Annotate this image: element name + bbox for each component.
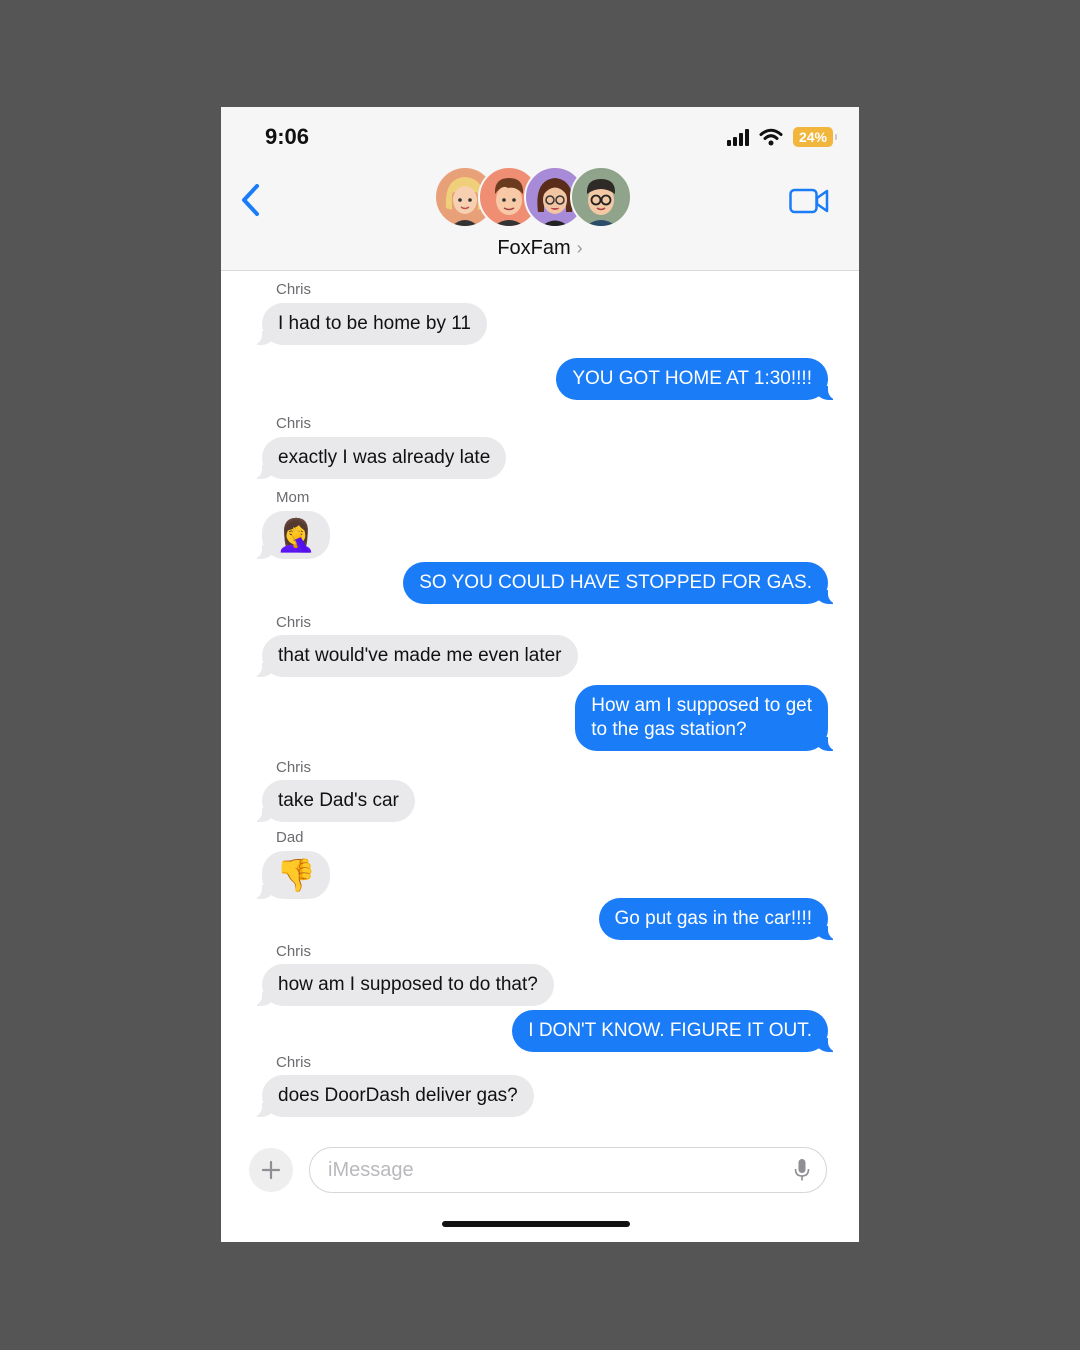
message-input-placeholder: iMessage bbox=[328, 1159, 414, 1181]
incoming-message[interactable]: I had to be home by 11 bbox=[251, 303, 487, 345]
avatar-man-glasses bbox=[570, 166, 632, 228]
sender-name: Chris bbox=[276, 614, 312, 631]
status-time: 9:06 bbox=[265, 124, 310, 149]
conversation-header: 9:06 24% FoxFam › bbox=[221, 107, 859, 271]
outgoing-message[interactable]: YOU GOT HOME AT 1:30!!!! bbox=[556, 358, 839, 400]
sender-name: Chris bbox=[276, 281, 312, 298]
emoji-message-thumbs-down[interactable]: 👎 bbox=[251, 851, 330, 899]
incoming-message[interactable]: how am I supposed to do that? bbox=[251, 964, 554, 1006]
video-call-icon[interactable] bbox=[789, 187, 829, 215]
incoming-message[interactable]: take Dad's car bbox=[251, 780, 415, 822]
group-avatars[interactable] bbox=[434, 166, 632, 228]
incoming-message[interactable]: that would've made me even later bbox=[251, 635, 578, 677]
outgoing-message[interactable]: Go put gas in the car!!!! bbox=[598, 898, 839, 940]
sender-name: Mom bbox=[276, 489, 310, 506]
cellular-signal-icon bbox=[727, 128, 749, 146]
home-indicator[interactable] bbox=[442, 1221, 630, 1227]
microphone-icon[interactable] bbox=[794, 1158, 810, 1182]
incoming-message[interactable]: exactly I was already late bbox=[250, 437, 507, 479]
chevron-right-icon: › bbox=[576, 238, 583, 258]
back-chevron-icon[interactable] bbox=[239, 183, 263, 217]
sender-name: Dad bbox=[276, 829, 304, 846]
apps-plus-button[interactable] bbox=[249, 1148, 293, 1192]
incoming-message[interactable]: does DoorDash deliver gas? bbox=[251, 1075, 534, 1117]
group-name-label[interactable]: FoxFam › bbox=[221, 237, 859, 260]
group-name: FoxFam bbox=[497, 237, 571, 259]
sender-name: Chris bbox=[276, 415, 312, 432]
outgoing-message-multiline[interactable]: How am I supposed to get to the gas stat… bbox=[575, 685, 839, 751]
battery-icon: 24% bbox=[793, 127, 837, 147]
plus-icon bbox=[261, 1160, 281, 1180]
sender-name: Chris bbox=[276, 759, 312, 776]
emoji-message-woman-facepalming[interactable]: 🤦‍♀️ bbox=[251, 511, 330, 559]
message-line: to the gas station? bbox=[591, 719, 747, 740]
outgoing-message[interactable]: I DON'T KNOW. FIGURE IT OUT. bbox=[512, 1010, 839, 1052]
status-icons: 24% bbox=[727, 125, 837, 149]
wifi-icon bbox=[759, 128, 783, 146]
outgoing-message[interactable]: SO YOU COULD HAVE STOPPED FOR GAS. bbox=[403, 562, 839, 604]
sender-name: Chris bbox=[276, 1054, 312, 1071]
messages-screen: 9:06 24% FoxFam › Chris I had to be home… bbox=[221, 107, 859, 1242]
sender-name: Chris bbox=[276, 943, 312, 960]
message-line: How am I supposed to get bbox=[591, 695, 812, 716]
message-input[interactable]: iMessage bbox=[309, 1147, 827, 1193]
